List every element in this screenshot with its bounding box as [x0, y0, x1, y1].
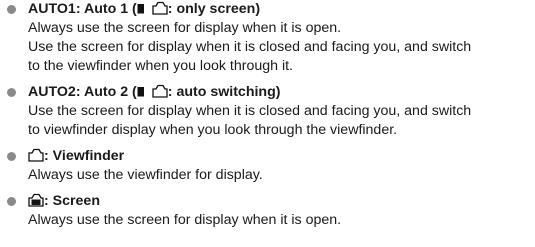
close-paren: ) [275, 84, 281, 100]
close-paren: ) [255, 1, 261, 17]
item-title: : Screen [28, 192, 535, 211]
viewfinder-icon [152, 83, 168, 102]
item-label: Auto 2 [83, 84, 129, 100]
item-label: Viewfinder [52, 148, 125, 164]
bullet-icon [7, 197, 16, 206]
item-description-line: to the viewfinder when you look through … [28, 58, 293, 74]
list-item-auto2: AUTO2: Auto 2 (: auto switching) Use the… [0, 83, 535, 140]
item-description-line: to viewfinder display when you look thro… [28, 122, 398, 138]
item-name: AUTO2 [28, 84, 76, 100]
item-mode: auto switching [176, 84, 276, 100]
item-description-line: Use the screen for display when it is cl… [28, 103, 472, 119]
item-name: AUTO1 [28, 1, 76, 17]
item-mode: only screen [176, 1, 256, 17]
item-title: : Viewfinder [28, 147, 535, 166]
item-label: Screen [52, 193, 100, 209]
colon: : [44, 148, 53, 164]
colon: : [75, 84, 84, 100]
item-title: AUTO1: Auto 1 (: only screen) [28, 0, 535, 19]
list-item-viewfinder: : Viewfinder Always use the viewfinder f… [0, 147, 535, 185]
colon: : [75, 1, 84, 17]
viewfinder-icon [28, 147, 44, 166]
screen-icon [137, 83, 152, 102]
open-paren: ( [128, 84, 137, 100]
open-paren: ( [128, 1, 137, 17]
viewfinder-icon [152, 0, 168, 19]
item-description-line: Use the screen for display when it is cl… [28, 39, 472, 55]
screen-icon [137, 0, 152, 19]
screen-icon [28, 192, 44, 211]
colon: : [44, 193, 53, 209]
list-item-screen: : Screen Always use the screen for displ… [0, 192, 535, 230]
bullet-icon [7, 88, 16, 97]
bullet-icon [7, 5, 16, 14]
item-description-line: Always use the screen for display when i… [28, 20, 342, 36]
item-description-line: Always use the viewfinder for display. [28, 167, 263, 183]
item-description-line: Always use the screen for display when i… [28, 212, 342, 228]
display-mode-list: AUTO1: Auto 1 (: only screen) Always use… [0, 0, 535, 230]
item-label: Auto 1 [83, 1, 129, 17]
list-item-auto1: AUTO1: Auto 1 (: only screen) Always use… [0, 0, 535, 76]
bullet-icon [7, 152, 16, 161]
item-title: AUTO2: Auto 2 (: auto switching) [28, 83, 535, 102]
